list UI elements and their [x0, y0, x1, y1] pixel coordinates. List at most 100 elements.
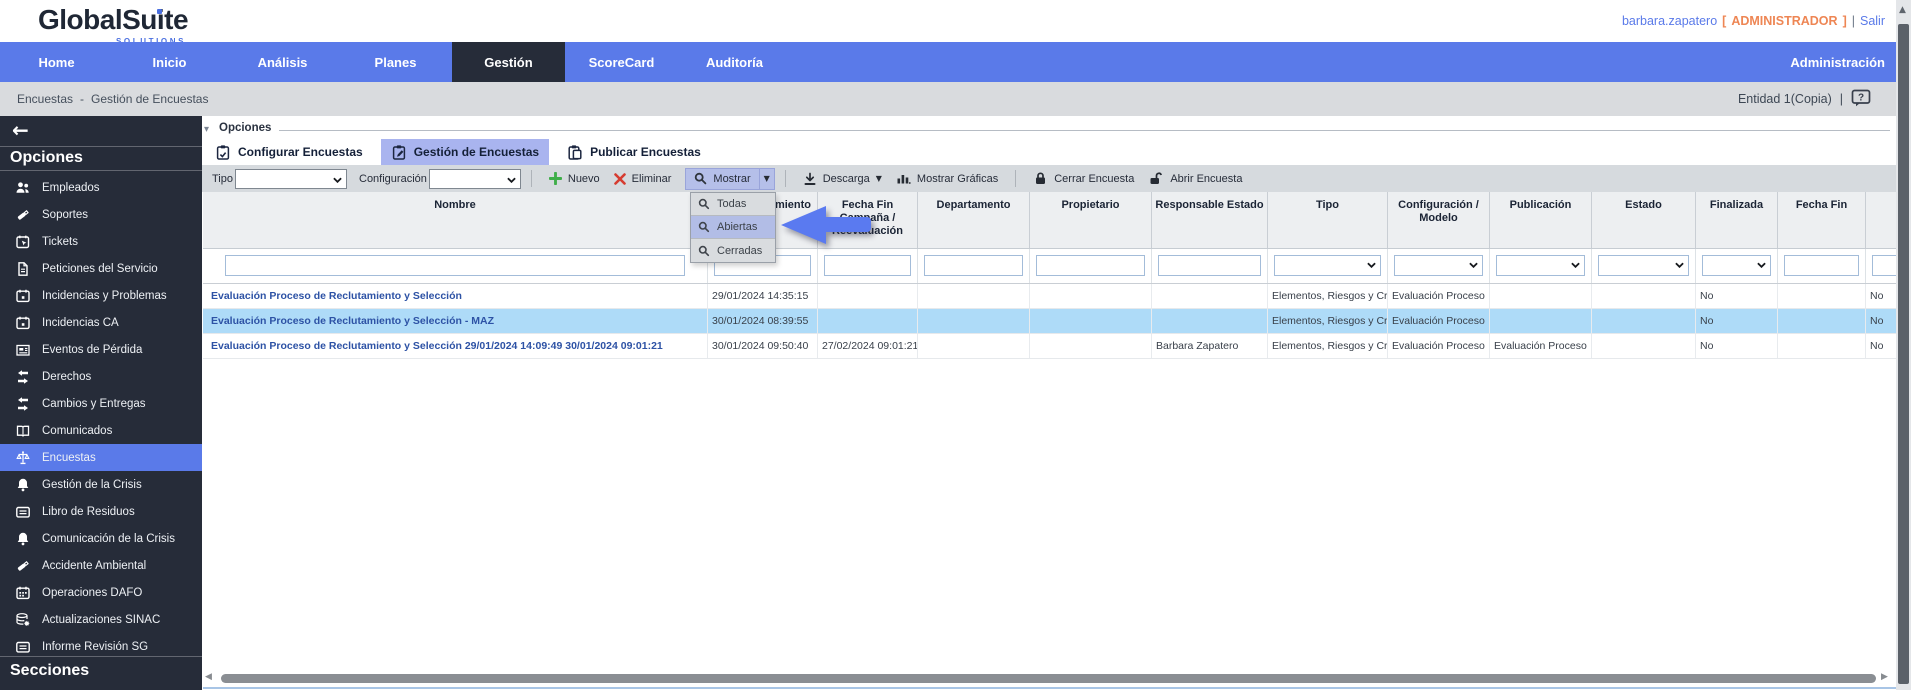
filter-select-control-state[interactable] [1598, 255, 1689, 276]
vertical-scrollbar[interactable] [1898, 24, 1909, 684]
username-link[interactable]: barbara.zapatero [1622, 14, 1717, 28]
sidebar-item-operaciones-dafo[interactable]: Operaciones DAFO [0, 579, 202, 606]
sidebar-item-empleados[interactable]: Empleados [0, 174, 202, 201]
tab-label: Publicar Encuestas [590, 145, 701, 159]
hscroll-right-arrow-icon[interactable]: ▶ [1881, 672, 1888, 682]
help-bubble-icon[interactable]: ? [1851, 89, 1871, 110]
column-header-co[interactable]: Co [1866, 192, 1896, 248]
filter-select-control-finished[interactable] [1702, 255, 1771, 276]
nav-item-auditoria[interactable]: Auditoría [678, 42, 791, 82]
sidebar-item-accidente-ambiental[interactable]: Accidente Ambiental [0, 552, 202, 579]
column-header-end_date[interactable]: Fecha Fin [1778, 192, 1866, 248]
sidebar-item-encuestas[interactable]: Encuestas [0, 444, 202, 471]
column-header-finished[interactable]: Finalizada [1696, 192, 1778, 248]
hscroll-left-arrow-icon[interactable]: ◀ [205, 672, 212, 682]
column-header-owner[interactable]: Propietario [1030, 192, 1152, 248]
nav-item-administracion[interactable]: Administración [1790, 42, 1885, 82]
sidebar-item-gestion-de-la-crisis[interactable]: Gestión de la Crisis [0, 471, 202, 498]
nav-item-gestion[interactable]: Gestión [452, 42, 565, 82]
eliminar-button[interactable]: Eliminar [613, 173, 671, 185]
cerrar-encuesta-button[interactable]: Cerrar Encuesta [1033, 171, 1134, 186]
sidebar-item-incidencias-ca[interactable]: Incidencias CA [0, 309, 202, 336]
mostrar-menu-item-cerradas[interactable]: Cerradas [691, 239, 775, 262]
sidebar-item-comunicacion-de-la-crisis[interactable]: Comunicación de la Crisis [0, 525, 202, 552]
sidebar-item-libro-de-residuos[interactable]: Libro de Residuos [0, 498, 202, 525]
breadcrumb-section[interactable]: Encuestas [17, 92, 73, 106]
filter-input-end_date[interactable] [1784, 255, 1859, 276]
mostrar-button[interactable]: Mostrar [685, 167, 760, 190]
mostrar-menu-item-todas[interactable]: Todas [691, 193, 775, 216]
table-row[interactable]: Evaluación Proceso de Reclutamiento y Se… [203, 334, 1896, 359]
filter-input-name[interactable] [225, 255, 685, 276]
table-row[interactable]: Evaluación Proceso de Reclutamiento y Se… [203, 284, 1896, 309]
sidebar-item-derechos[interactable]: Derechos [0, 363, 202, 390]
configuracion-select-control[interactable] [429, 169, 520, 188]
cell-owner [1030, 334, 1152, 358]
filter-input-end_campaign[interactable] [824, 255, 911, 276]
sidebar-item-actualizaciones-sinac[interactable]: Actualizaciones SINAC [0, 606, 202, 633]
entity-name[interactable]: Entidad 1(Copia) [1738, 92, 1832, 106]
tab-gestion-de-encuestas[interactable]: Gestión de Encuestas [380, 139, 550, 165]
filter-select-type[interactable] [1274, 255, 1381, 276]
filter-select-control-publication[interactable] [1496, 255, 1585, 276]
nav-item-analisis[interactable]: Análisis [226, 42, 339, 82]
column-header-state[interactable]: Estado [1592, 192, 1696, 248]
sidebar-title: Opciones [10, 149, 83, 166]
sidebar-item-comunicados[interactable]: Comunicados [0, 417, 202, 444]
filter-input-department[interactable] [924, 255, 1023, 276]
cell-name[interactable]: Evaluación Proceso de Reclutamiento y Se… [203, 309, 708, 333]
filter-select-state[interactable] [1598, 255, 1689, 276]
nav-item-home[interactable]: Home [0, 42, 113, 82]
configuracion-select[interactable] [428, 168, 521, 189]
column-header-config[interactable]: Configuración / Modelo [1388, 192, 1490, 248]
tab-publicar-encuestas[interactable]: Publicar Encuestas [557, 139, 711, 165]
logout-link[interactable]: Salir [1860, 14, 1885, 28]
sidebar-collapse-arrow-icon[interactable]: ← [12, 118, 38, 144]
sidebar-item-label: Gestión de la Crisis [42, 478, 142, 491]
sidebar-item-incidencias-y-problemas[interactable]: Incidencias y Problemas [0, 282, 202, 309]
nav-item-planes[interactable]: Planes [339, 42, 452, 82]
vscroll-up-arrow-icon[interactable]: ▲ [1899, 5, 1906, 15]
filter-select-control-config[interactable] [1394, 255, 1483, 276]
cell-name[interactable]: Evaluación Proceso de Reclutamiento y Se… [203, 334, 708, 358]
sidebar-item-peticiones-del-servicio[interactable]: Peticiones del Servicio [0, 255, 202, 282]
mostrar-menu-item-label: Cerradas [717, 244, 763, 257]
tab-configurar-encuestas[interactable]: Configurar Encuestas [205, 139, 373, 165]
nav-item-inicio[interactable]: Inicio [113, 42, 226, 82]
breadcrumb-separator: - [80, 92, 85, 106]
sidebar-item-eventos-de-perdida[interactable]: Eventos de Pérdida [0, 336, 202, 363]
book-icon [15, 423, 31, 439]
column-header-department[interactable]: Departamento [918, 192, 1030, 248]
mostrar-graficas-button[interactable]: Mostrar Gráficas [896, 172, 998, 186]
entity-divider: | [1839, 92, 1843, 106]
filter-select-control-type[interactable] [1274, 255, 1381, 276]
cell-name[interactable]: Evaluación Proceso de Reclutamiento y Se… [203, 284, 708, 308]
abrir-encuesta-button[interactable]: Abrir Encuesta [1148, 171, 1242, 186]
column-header-publication[interactable]: Publicación [1490, 192, 1592, 248]
table-row[interactable]: Evaluación Proceso de Reclutamiento y Se… [203, 309, 1896, 334]
clipboard-copy-icon [567, 144, 583, 161]
nav-item-scorecard[interactable]: ScoreCard [565, 42, 678, 82]
column-header-name[interactable]: Nombre [203, 192, 708, 248]
horizontal-scrollbar[interactable] [221, 674, 1876, 683]
mostrar-menu-item-abiertas[interactable]: Abiertas [691, 216, 775, 239]
sidebar-item-cambios-y-entregas[interactable]: Cambios y Entregas [0, 390, 202, 417]
filter-select-finished[interactable] [1702, 255, 1771, 276]
role-bracket-open: [ [1722, 14, 1727, 28]
options-collapse-caret-icon[interactable]: ▾ [204, 124, 209, 135]
column-header-type[interactable]: Tipo [1268, 192, 1388, 248]
sidebar-item-tickets[interactable]: Tickets [0, 228, 202, 255]
bell-icon [15, 531, 31, 547]
filter-input-responsible[interactable] [1158, 255, 1261, 276]
filter-input-owner[interactable] [1036, 255, 1145, 276]
column-header-responsible[interactable]: Responsable Estado [1152, 192, 1268, 248]
tipo-select[interactable] [235, 168, 347, 189]
nuevo-button[interactable]: Nuevo [548, 172, 600, 185]
sidebar-item-soportes[interactable]: Soportes [0, 201, 202, 228]
filter-select-config[interactable] [1394, 255, 1483, 276]
descarga-button[interactable]: Descarga ▼ [803, 172, 882, 186]
tipo-select-control[interactable] [236, 169, 346, 188]
mostrar-caret-button[interactable]: ▼ [759, 167, 775, 190]
filter-input-co[interactable] [1872, 255, 1896, 276]
filter-select-publication[interactable] [1496, 255, 1585, 276]
